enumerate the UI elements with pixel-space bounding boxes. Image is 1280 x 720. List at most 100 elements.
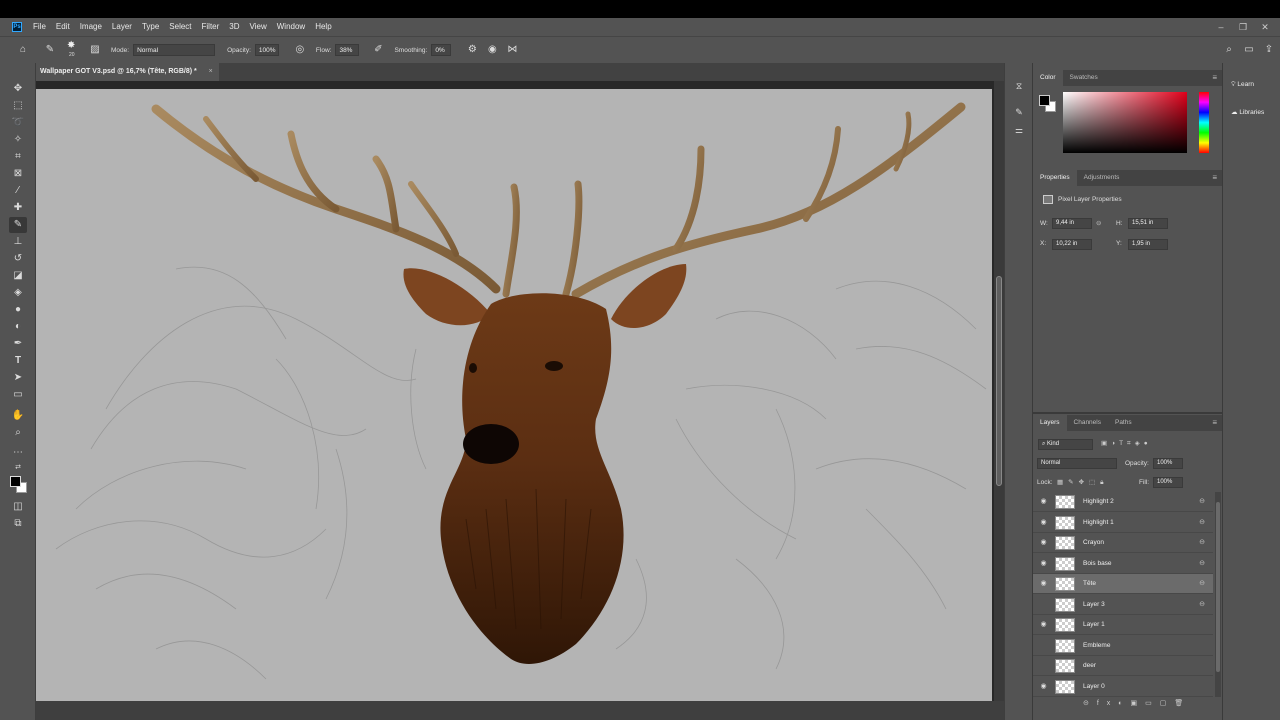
layer-row[interactable]: Embleme bbox=[1033, 636, 1213, 656]
adjustments-icon[interactable]: ⚌ bbox=[1012, 123, 1026, 137]
close-document-icon[interactable]: × bbox=[209, 63, 213, 80]
foreground-color-swatch[interactable] bbox=[10, 476, 21, 487]
visibility-eye-icon[interactable]: ◉ bbox=[1038, 620, 1049, 630]
tab-properties[interactable]: Properties bbox=[1033, 170, 1077, 186]
smoothing-field[interactable]: 0% bbox=[431, 44, 452, 56]
share-icon[interactable]: ⇪ bbox=[1262, 43, 1276, 57]
document-tab[interactable]: Wallpaper GOT V3.psd @ 16,7% (Tête, RGB/… bbox=[36, 63, 219, 81]
brush-tool-icon[interactable]: ✎ bbox=[9, 217, 27, 233]
tab-channels[interactable]: Channels bbox=[1067, 415, 1108, 431]
workspace-icon[interactable]: ▭ bbox=[1242, 43, 1256, 57]
airbrush-icon[interactable]: ✐ bbox=[371, 43, 385, 57]
dodge-tool-icon[interactable]: ◐ bbox=[9, 319, 27, 335]
paint-bucket-tool-icon[interactable]: ◈ bbox=[9, 285, 27, 301]
home-icon[interactable]: ⌂ bbox=[16, 43, 30, 57]
layer-row[interactable]: ◉ Layer 1 bbox=[1033, 615, 1213, 635]
menu-file[interactable]: File bbox=[28, 18, 51, 36]
fill-field[interactable]: 100% bbox=[1153, 477, 1183, 488]
layer-row[interactable]: ◉ Highlight 1 ⊖ bbox=[1033, 513, 1213, 533]
properties-panel-menu-icon[interactable]: ≡ bbox=[1212, 170, 1217, 186]
visibility-eye-icon[interactable] bbox=[1038, 600, 1049, 610]
canvas[interactable] bbox=[36, 89, 992, 701]
history-brush-tool-icon[interactable]: ↺ bbox=[9, 251, 27, 267]
eyedropper-tool-icon[interactable]: ⁄ bbox=[9, 183, 27, 199]
layer-row[interactable]: ◉ Bois base ⊖ bbox=[1033, 554, 1213, 574]
visibility-eye-icon[interactable]: ◉ bbox=[1038, 559, 1049, 569]
opacity-field[interactable]: 100% bbox=[254, 44, 279, 56]
tab-paths[interactable]: Paths bbox=[1108, 415, 1139, 431]
menu-3d[interactable]: 3D bbox=[224, 18, 244, 36]
flow-field[interactable]: 38% bbox=[335, 44, 360, 56]
layer-filter-icons[interactable]: ▣◑T⌗◈● bbox=[1101, 439, 1152, 448]
brush-tool-icon[interactable]: ✎ bbox=[43, 43, 57, 57]
hand-tool-icon[interactable]: ✋ bbox=[9, 408, 27, 424]
frame-tool-icon[interactable]: ⊠ bbox=[9, 166, 27, 182]
crop-tool-icon[interactable]: ⌗ bbox=[9, 149, 27, 165]
menu-filter[interactable]: Filter bbox=[197, 18, 225, 36]
layer-row[interactable]: Layer 3 ⊖ bbox=[1033, 595, 1213, 615]
layer-opacity-field[interactable]: 100% bbox=[1153, 458, 1183, 469]
libraries-panel-button[interactable]: ☁︎ Libraries bbox=[1231, 108, 1264, 116]
layer-row[interactable]: deer bbox=[1033, 656, 1213, 676]
close-window-button[interactable]: ✕ bbox=[1254, 18, 1276, 36]
menu-view[interactable]: View bbox=[245, 18, 272, 36]
canvas-area[interactable] bbox=[36, 81, 1004, 701]
layer-row[interactable]: ◉ Crayon ⊖ bbox=[1033, 533, 1213, 553]
search-icon[interactable]: ⌕ bbox=[1222, 43, 1236, 57]
blur-tool-icon[interactable]: ● bbox=[9, 302, 27, 318]
foreground-color-chip[interactable] bbox=[1039, 95, 1050, 106]
width-field[interactable]: 9,44 in bbox=[1052, 218, 1092, 229]
pressure-size-icon[interactable]: ◉ bbox=[485, 43, 499, 57]
menu-image[interactable]: Image bbox=[75, 18, 107, 36]
layers-panel-menu-icon[interactable]: ≡ bbox=[1212, 415, 1217, 431]
visibility-eye-icon[interactable]: ◉ bbox=[1038, 579, 1049, 589]
menu-edit[interactable]: Edit bbox=[51, 18, 75, 36]
filter-kind-select[interactable]: ⌕ Kind bbox=[1038, 439, 1093, 450]
clone-stamp-tool-icon[interactable]: ⊥ bbox=[9, 234, 27, 250]
visibility-eye-icon[interactable]: ◉ bbox=[1038, 518, 1049, 528]
layer-row[interactable]: ◉ Highlight 2 ⊖ bbox=[1033, 492, 1213, 512]
menu-help[interactable]: Help bbox=[310, 18, 336, 36]
hue-slider[interactable] bbox=[1199, 92, 1209, 153]
rectangle-tool-icon[interactable]: ▭ bbox=[9, 387, 27, 403]
quick-mask-icon[interactable]: ◫ bbox=[9, 499, 27, 515]
tab-adjustments[interactable]: Adjustments bbox=[1077, 170, 1127, 186]
layer-row[interactable]: ◉ Tête ⊖ bbox=[1033, 574, 1213, 594]
layer-row[interactable]: ◉ Layer 0 bbox=[1033, 677, 1213, 697]
height-field[interactable]: 15,51 in bbox=[1128, 218, 1168, 229]
menu-layer[interactable]: Layer bbox=[107, 18, 137, 36]
visibility-eye-icon[interactable]: ◉ bbox=[1038, 538, 1049, 548]
y-field[interactable]: 1,95 in bbox=[1128, 239, 1168, 250]
menu-window[interactable]: Window bbox=[272, 18, 310, 36]
eraser-tool-icon[interactable]: ◪ bbox=[9, 268, 27, 284]
link-dimensions-icon[interactable]: ⊖ bbox=[1096, 219, 1101, 227]
move-tool-icon[interactable]: ✥ bbox=[9, 81, 27, 97]
tab-layers[interactable]: Layers bbox=[1033, 415, 1067, 431]
layers-footer-icons[interactable]: ⊝fx◐▣▭▢🗑︎ bbox=[1083, 699, 1191, 707]
visibility-eye-icon[interactable]: ◉ bbox=[1038, 497, 1049, 507]
pen-tool-icon[interactable]: ✒ bbox=[9, 336, 27, 352]
healing-brush-tool-icon[interactable]: ✚ bbox=[9, 200, 27, 216]
mode-select[interactable]: Normal bbox=[133, 44, 216, 56]
tab-swatches[interactable]: Swatches bbox=[1063, 70, 1105, 86]
x-field[interactable]: 10,22 in bbox=[1052, 239, 1092, 250]
gear-icon[interactable]: ⚙ bbox=[465, 43, 479, 57]
menu-type[interactable]: Type bbox=[137, 18, 164, 36]
layers-scrollbar-thumb[interactable] bbox=[1216, 502, 1220, 672]
lock-icons[interactable]: ▦✎✥⬚🔒︎ bbox=[1057, 478, 1109, 487]
lasso-tool-icon[interactable]: ➰ bbox=[9, 115, 27, 131]
tab-color[interactable]: Color bbox=[1033, 70, 1063, 86]
layers-scrollbar[interactable] bbox=[1215, 492, 1221, 697]
color-field[interactable] bbox=[1063, 92, 1187, 153]
type-tool-icon[interactable]: T bbox=[9, 353, 27, 369]
path-selection-tool-icon[interactable]: ➤ bbox=[9, 370, 27, 386]
marquee-tool-icon[interactable]: ⬚ bbox=[9, 98, 27, 114]
pressure-opacity-icon[interactable]: ◎ bbox=[293, 43, 307, 57]
canvas-vertical-scrollbar[interactable] bbox=[994, 81, 1004, 701]
restore-button[interactable]: ❐ bbox=[1232, 18, 1254, 36]
minimize-button[interactable]: – bbox=[1210, 18, 1232, 36]
edit-toolbar-icon[interactable]: ⋯ bbox=[9, 445, 27, 461]
learn-panel-button[interactable]: 💡︎ Learn bbox=[1231, 81, 1254, 89]
blend-mode-select[interactable]: Normal bbox=[1037, 458, 1117, 469]
zoom-tool-icon[interactable]: ⌕ bbox=[9, 425, 27, 441]
